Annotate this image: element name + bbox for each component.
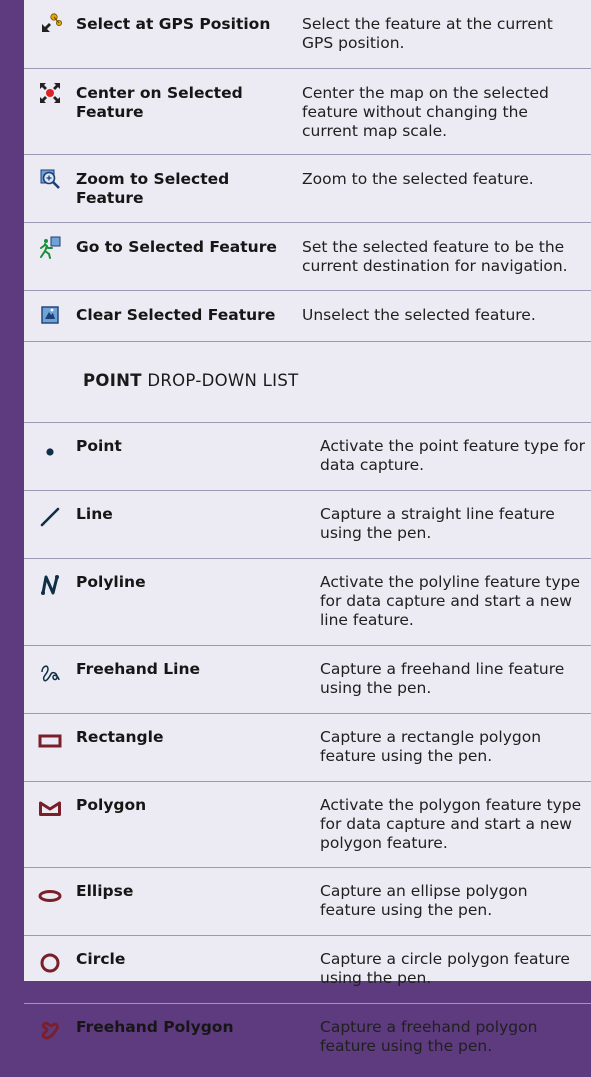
table-row: Clear Selected Feature Unselect the sele… [24,290,591,341]
tool-description: Capture an ellipse polygon feature using… [320,882,528,919]
tool-name: Center on Selected Feature [76,84,243,121]
tool-name: Freehand Line [76,660,201,678]
select-gps-icon [42,13,62,32]
circle-icon [40,953,60,973]
tool-description: Capture a freehand polygon feature using… [320,1018,538,1055]
table-row: Polygon Activate the polygon feature typ… [24,781,591,867]
table-row: Freehand Line Capture a freehand line fe… [24,645,591,713]
table-row: Freehand Polygon Capture a freehand poly… [24,1003,591,1077]
tool-name: Circle [76,950,126,968]
table-row: Point Activate the point feature type fo… [24,422,591,490]
polygon-icon [39,801,61,816]
table-row: Go to Selected Feature Set the selected … [24,222,591,290]
tool-description: Unselect the selected feature. [302,306,536,324]
tool-name: Rectangle [76,728,164,746]
tool-name: Line [76,505,113,523]
table-row: Circle Capture a circle polygon feature … [24,935,591,1003]
tool-name: Polygon [76,796,147,814]
tool-description: Activate the polyline feature type for d… [320,573,581,629]
center-selected-icon [40,83,60,103]
polyline-icon [41,575,59,595]
section-heading: POINT DROP-DOWN LIST [24,341,591,422]
tool-name: Clear Selected Feature [76,306,276,324]
tool-description: Set the selected feature to be the curre… [302,238,568,275]
table-row: Rectangle Capture a rectangle polygon fe… [24,713,591,781]
heading-rest: DROP-DOWN LIST [141,371,299,390]
freehand-polygon-icon [41,1021,59,1040]
tool-description: Select the feature at the current GPS po… [302,15,553,52]
tool-description: Activate the point feature type for data… [320,437,586,474]
tool-name: Point [76,437,122,455]
zoom-selected-icon [40,169,60,189]
tool-name: Select at GPS Position [76,15,271,33]
tool-description: Zoom to the selected feature. [302,170,534,188]
clear-selected-icon [41,306,59,324]
tool-description: Activate the polygon feature type for da… [320,796,582,852]
rectangle-icon [38,734,62,748]
reference-page: Select at GPS Position Select the featur… [24,0,591,1055]
tool-description: Capture a circle polygon feature using t… [320,950,570,987]
tool-name: Zoom to Selected Feature [76,170,230,207]
tool-name: Polyline [76,573,146,591]
tool-description: Center the map on the selected feature w… [302,84,549,140]
table-row: Polyline Activate the polyline feature t… [24,558,591,645]
tool-description: Capture a rectangle polygon feature usin… [320,728,542,765]
line-icon [40,507,60,527]
tool-name: Go to Selected Feature [76,238,277,256]
tool-description: Capture a freehand line feature using th… [320,660,565,697]
tool-name: Freehand Polygon [76,1018,234,1036]
tool-description: Capture a straight line feature using th… [320,505,555,542]
table-row: Ellipse Capture an ellipse polygon featu… [24,867,591,935]
goto-selected-icon [40,236,61,259]
heading-bold: POINT [83,371,142,390]
tool-name: Ellipse [76,882,134,900]
table-row: Line Capture a straight line feature usi… [24,490,591,558]
table-row: Zoom to Selected Feature Zoom to the sel… [24,154,591,222]
table-row: Center on Selected Feature Center the ma… [24,68,591,154]
ellipse-icon [38,890,62,902]
table-row: Select at GPS Position Select the featur… [24,0,591,68]
freehand-line-icon [41,665,60,682]
point-icon [46,448,54,456]
